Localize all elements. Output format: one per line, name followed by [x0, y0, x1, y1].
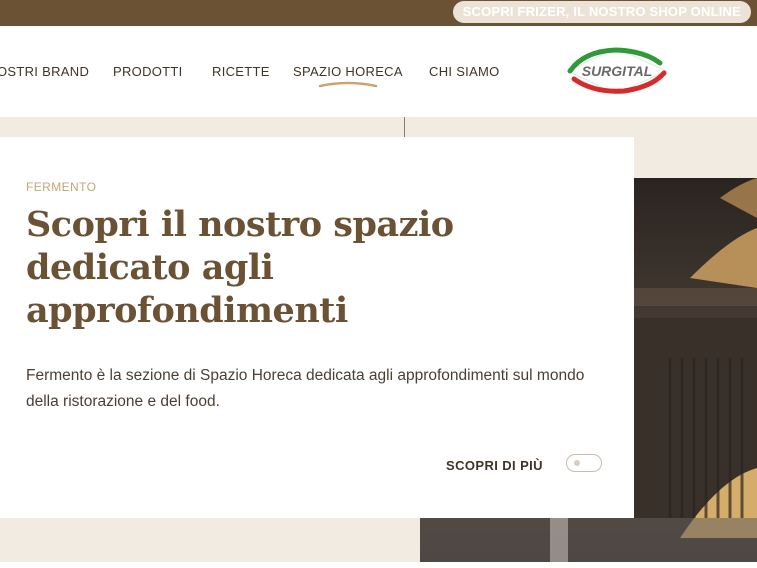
hero-headline: Scopri il nostro spazio dedicato agli ap…: [26, 204, 454, 331]
nav-item-prodotti[interactable]: PRODOTTI: [113, 64, 183, 79]
discover-more-link[interactable]: SCOPRI DI PIÙ: [446, 456, 543, 476]
section-eyebrow: FERMENTO: [26, 180, 97, 194]
divider: [404, 117, 405, 137]
hero-card: FERMENTO Scopri il nostro spazio dedicat…: [0, 137, 634, 518]
nav-item-spazio-horeca[interactable]: SPAZIO HORECA: [293, 64, 403, 79]
main-navigation: OSTRI BRAND PRODOTTI RICETTE SPAZIO HORE…: [0, 26, 757, 117]
nav-item-brand[interactable]: OSTRI BRAND: [0, 64, 89, 79]
surgital-logo[interactable]: SURGITAL: [564, 45, 670, 97]
shop-online-link[interactable]: SCOPRI FRIZER, IL NOSTRO SHOP ONLINE: [452, 1, 751, 23]
logo-wordmark: SURGITAL: [582, 63, 653, 79]
discover-more-toggle[interactable]: [566, 454, 602, 472]
top-bar: SCOPRI FRIZER, IL NOSTRO SHOP ONLINE: [0, 0, 757, 26]
nav-item-chi-siamo[interactable]: CHI SIAMO: [429, 64, 500, 79]
active-nav-underline: [318, 81, 378, 88]
toggle-dot-icon: [574, 460, 580, 466]
hero-description: Fermento è la sezione di Spazio Horeca d…: [26, 367, 585, 410]
nav-item-ricette[interactable]: RICETTE: [212, 64, 270, 79]
bottom-strip: [0, 562, 757, 568]
